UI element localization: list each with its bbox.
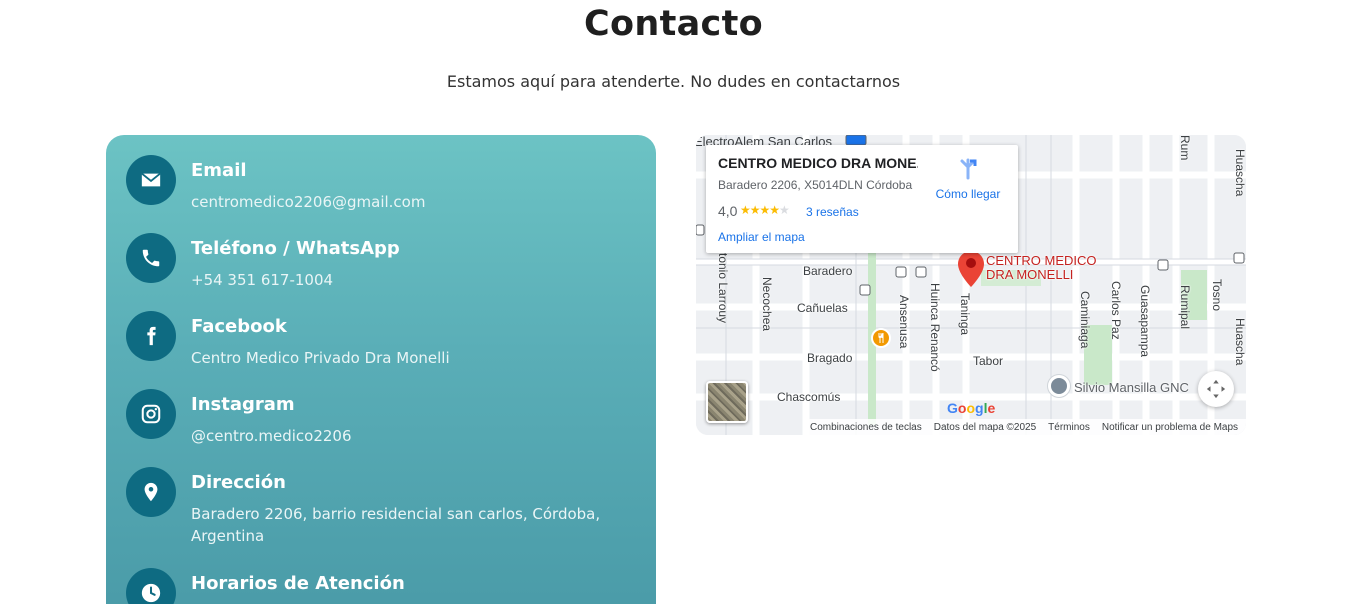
street-ansenusa: Ansenusa [897, 295, 911, 349]
street-tosno: Tosno [1210, 279, 1224, 312]
street-rumipal: Rumipal [1178, 285, 1192, 330]
facebook-icon [126, 311, 176, 361]
contact-hours-title: Horarios de Atención [191, 573, 405, 594]
street-huascha: Huascha [1233, 149, 1246, 197]
google-logo: Google [947, 400, 996, 416]
map-rating-value: 4,0 [718, 203, 738, 219]
street-bragado: Bragado [807, 351, 853, 365]
contact-instagram-value[interactable]: @centro.medico2206 [191, 425, 621, 447]
map-data-credit: Datos del mapa ©2025 [933, 421, 1037, 433]
clock-icon [126, 568, 176, 604]
move-arrows-icon [1206, 379, 1226, 399]
envelope-icon [126, 155, 176, 205]
contact-phone-value[interactable]: +54 351 617-1004 [191, 269, 621, 291]
map-footer: Combinaciones de teclas Datos del mapa ©… [804, 419, 1246, 435]
poi-label[interactable]: Silvio Mansilla GNC [1074, 380, 1189, 395]
map-place-card: CENTRO MEDICO DRA MONE... Baradero 2206,… [706, 145, 1018, 253]
map-pin-label[interactable]: CENTRO MEDICO DRA MONELLI [986, 254, 1106, 282]
contact-instagram-title: Instagram [191, 394, 295, 415]
gas-station-icon[interactable] [1048, 375, 1070, 397]
satellite-view-toggle[interactable] [706, 381, 748, 423]
map-pin-icon[interactable] [958, 251, 984, 287]
map-camera-control-button[interactable] [1198, 371, 1234, 407]
contact-info-card: Email centromedico2206@gmail.com Teléfon… [106, 135, 656, 604]
street-necochea: Necochea [760, 277, 774, 332]
page-subtitle: Estamos aquí para atenderte. No dudes en… [446, 72, 901, 91]
map-place-name: CENTRO MEDICO DRA MONE... [718, 155, 918, 171]
map-place-address: Baradero 2206, X5014DLN Córdoba [718, 178, 913, 192]
contact-facebook-value[interactable]: Centro Medico Privado Dra Monelli [191, 347, 621, 369]
page-title: Contacto [584, 4, 763, 44]
map-terms-link[interactable]: Términos [1048, 422, 1090, 433]
street-guasapampa: Guasapampa [1138, 285, 1152, 358]
map-report-link[interactable]: Notificar un problema de Maps [1102, 422, 1238, 433]
street-caminiaga: Caminiaga [1078, 291, 1092, 349]
contact-address-value: Baradero 2206, barrio residencial san ca… [191, 505, 601, 545]
map-directions-label: Cómo llegar [935, 187, 1001, 201]
map-reviews-link[interactable]: 3 reseñas [806, 205, 859, 219]
street-larrouy: tonio Larrouy [716, 253, 730, 324]
star-rating-icon: ★★★★★ [740, 203, 790, 217]
contact-facebook-title: Facebook [191, 316, 287, 337]
contact-email-value[interactable]: centromedico2206@gmail.com [191, 191, 621, 213]
street-taninga: Taninga [958, 293, 972, 336]
street-huascha-2: Huascha [1233, 318, 1246, 366]
restaurant-icon[interactable] [871, 328, 891, 348]
street-canuelas: Cañuelas [797, 301, 848, 315]
map-shortcuts-link[interactable]: Combinaciones de teclas [810, 422, 922, 433]
directions-icon [960, 158, 977, 180]
contact-phone-title: Teléfono / WhatsApp [191, 238, 400, 259]
map-enlarge-link[interactable]: Ampliar el mapa [718, 230, 805, 244]
contact-email-title: Email [191, 160, 247, 181]
street-tabor: Tabor [973, 354, 1004, 368]
phone-icon [126, 233, 176, 283]
street-chascomus: Chascomús [777, 390, 841, 404]
location-pin-icon [126, 467, 176, 517]
contact-address-title: Dirección [191, 472, 286, 493]
map-directions-button[interactable]: Cómo llegar [928, 157, 1008, 201]
street-baradero: Baradero [803, 264, 853, 278]
street-rum: Rum [1178, 135, 1192, 161]
street-huinca: Huinca Renancó [928, 283, 942, 372]
instagram-icon [126, 389, 176, 439]
street-carlospaz: Carlos Paz [1109, 281, 1123, 340]
google-map-embed[interactable]: ElectroAlem San Carlos Baradero Cañuelas… [696, 135, 1246, 435]
